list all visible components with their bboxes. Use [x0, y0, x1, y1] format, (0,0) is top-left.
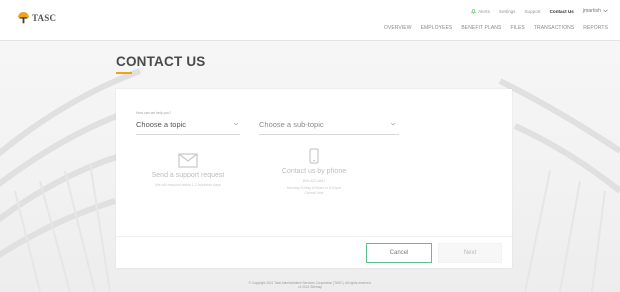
alerts-label: Alerts [478, 8, 490, 14]
tasc-logo-icon [18, 12, 29, 24]
phone-hours-line2: Central time [304, 191, 324, 195]
topic-value: Choose a topic [136, 120, 187, 129]
phone-hours: Monday-Friday 8:00am to 6:00pm Central t… [259, 186, 369, 196]
app-header: TASC Alerts Settings Support Contact Us … [0, 0, 620, 41]
settings-link[interactable]: Settings [499, 9, 516, 14]
nav-benefit-plans[interactable]: BENEFIT PLANS [461, 25, 501, 31]
nav-overview[interactable]: OVERVIEW [384, 25, 412, 31]
footer-links[interactable]: v1.2021 Sitemap [0, 285, 620, 289]
user-name: jmartish [582, 8, 601, 14]
support-request-option[interactable]: Send a support request We will respond w… [118, 153, 258, 188]
nav-transactions[interactable]: TRANSACTIONS [534, 25, 574, 31]
page-title: CONTACT US [116, 54, 206, 69]
subtopic-value: Choose a sub-topic [259, 120, 324, 129]
title-underline [116, 72, 132, 74]
chevron-down-icon [390, 122, 396, 126]
next-button[interactable]: Next [438, 243, 502, 263]
user-menu[interactable]: jmartish [583, 8, 608, 14]
contact-us-link[interactable]: Contact Us [550, 9, 574, 14]
topic-label: How can we help you? [136, 111, 172, 115]
cancel-button[interactable]: Cancel [366, 243, 432, 263]
subtopic-underline [259, 134, 399, 135]
nav-employees[interactable]: EMPLOYEES [421, 25, 453, 31]
page-footer: © Copyright 2021 Total Administrative Se… [0, 281, 620, 289]
phone-contact-title: Contact us by phone [281, 168, 347, 175]
phone-icon [309, 148, 319, 164]
support-request-description: We will respond within 1-2 business days [155, 183, 221, 187]
bell-icon [471, 8, 476, 14]
contact-form-card: How can we help you? Choose a topic Choo… [116, 89, 512, 268]
topic-underline [136, 134, 240, 135]
envelope-icon [178, 153, 198, 168]
nav-files[interactable]: FILES [510, 25, 524, 31]
subtopic-select[interactable]: Choose a sub-topic [259, 111, 399, 135]
nav-reports[interactable]: REPORTS [583, 25, 608, 31]
chevron-down-icon [233, 122, 239, 126]
support-link[interactable]: Support [524, 9, 540, 14]
phone-number: 800-422-4661 [302, 179, 326, 183]
logo-text: TASC [32, 12, 57, 23]
chevron-down-icon [603, 9, 608, 13]
phone-contact-option: Contact us by phone 800-422-4661 Monday-… [259, 148, 369, 196]
support-request-title: Send a support request [151, 172, 225, 179]
tasc-logo[interactable]: TASC [17, 11, 56, 24]
alerts-link[interactable]: Alerts [471, 9, 490, 14]
utility-nav: Alerts Settings Support Contact Us jmart… [471, 8, 608, 14]
card-divider [116, 236, 512, 237]
main-nav: OVERVIEW EMPLOYEES BENEFIT PLANS FILES T… [384, 25, 608, 31]
topic-select[interactable]: How can we help you? Choose a topic [136, 111, 240, 135]
